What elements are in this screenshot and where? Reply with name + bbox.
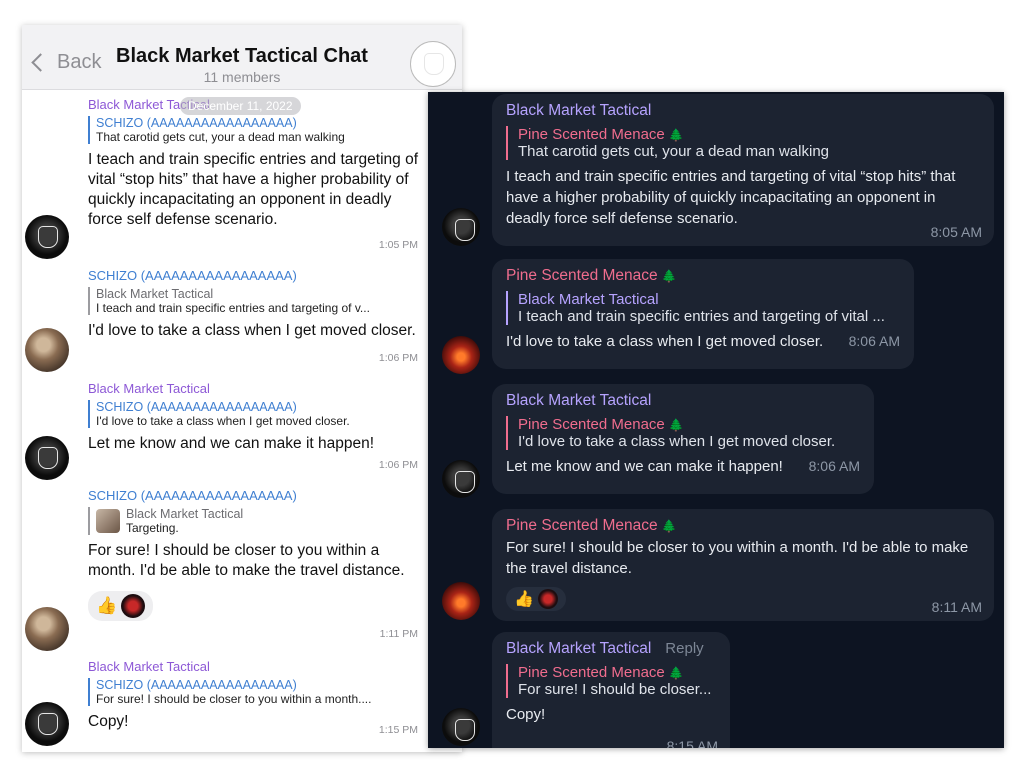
message-time: 8:11 AM bbox=[931, 599, 982, 615]
message-text: Let me know and we can make it happen! bbox=[88, 435, 375, 452]
quote-text: I'd love to take a class when I get move… bbox=[96, 414, 350, 428]
quote-text: For sure! I should be closer to you with… bbox=[96, 692, 372, 706]
message-bubble[interactable]: Black Market Tactical Pine Scented Menac… bbox=[492, 384, 874, 494]
avatar[interactable] bbox=[25, 702, 69, 746]
message-time: 8:05 AM bbox=[930, 224, 982, 240]
quote-text: For sure! I should be closer... bbox=[518, 681, 712, 698]
reply-quote[interactable]: Pine Scented Menace 🌲 I'd love to take a … bbox=[506, 416, 860, 450]
message-sender[interactable]: Black Market Tactical bbox=[506, 102, 980, 120]
message-time: 1:11 PM bbox=[379, 628, 418, 640]
quote-sender: Black Market Tactical bbox=[126, 507, 244, 521]
thumbs-up-icon[interactable]: 👍 bbox=[514, 589, 534, 609]
quote-sender: Pine Scented Menace 🌲 bbox=[518, 126, 684, 143]
reactions-bar[interactable]: 👍 bbox=[88, 591, 154, 621]
message-sender[interactable]: SCHIZO (AAAAAAAAAAAAAAAAA) bbox=[88, 268, 418, 283]
reply-button[interactable]: Reply bbox=[665, 640, 703, 657]
reply-quote[interactable]: SCHIZO (AAAAAAAAAAAAAAAAA) For sure! I s… bbox=[88, 678, 418, 706]
quote-thumbnail bbox=[96, 509, 120, 533]
message-bubble[interactable]: Black Market Tactical SCHIZO (AAAAAAAAAA… bbox=[88, 97, 419, 251]
quote-sender: SCHIZO (AAAAAAAAAAAAAAAAA) bbox=[96, 678, 297, 692]
reply-quote[interactable]: Pine Scented Menace 🌲 That carotid gets c… bbox=[506, 126, 980, 160]
reply-quote[interactable]: SCHIZO (AAAAAAAAAAAAAAAAA) I'd love to t… bbox=[88, 400, 418, 428]
quote-sender: Black Market Tactical bbox=[96, 287, 214, 301]
message-text: Copy! bbox=[506, 706, 546, 723]
message-sender[interactable]: SCHIZO (AAAAAAAAAAAAAAAAA) bbox=[88, 488, 418, 503]
message-sender[interactable]: Black Market Tactical bbox=[506, 392, 860, 410]
message-text: I'd love to take a class when I get move… bbox=[88, 322, 416, 339]
tree-icon: 🌲 bbox=[668, 128, 684, 142]
quote-text: I'd love to take a class when I get move… bbox=[518, 433, 836, 450]
avatar[interactable] bbox=[442, 336, 480, 374]
avatar[interactable] bbox=[25, 436, 69, 480]
avatar[interactable] bbox=[25, 328, 69, 372]
avatar[interactable] bbox=[442, 708, 480, 746]
date-separator: December 11, 2022 bbox=[180, 97, 301, 115]
message-time: 8:06 AM bbox=[808, 458, 860, 474]
quote-text: I teach and train specific entries and t… bbox=[96, 301, 370, 315]
light-chat-panel: Back Black Market Tactical Chat 11 membe… bbox=[22, 25, 462, 752]
quote-sender: SCHIZO (AAAAAAAAAAAAAAAAA) bbox=[96, 400, 297, 414]
group-avatar[interactable] bbox=[410, 41, 456, 87]
tree-icon: 🌲 bbox=[668, 666, 684, 680]
message-sender[interactable]: Pine Scented Menace 🌲 bbox=[506, 517, 980, 535]
quote-text: I teach and train specific entries and t… bbox=[518, 308, 885, 325]
message-bubble[interactable]: Black Market Tactical SCHIZO (AAAAAAAAAA… bbox=[88, 381, 418, 471]
quote-text: That carotid gets cut, your a dead man w… bbox=[96, 130, 345, 144]
message-text: Let me know and we can make it happen! bbox=[506, 458, 783, 475]
tree-icon: 🌲 bbox=[668, 418, 684, 432]
quote-sender: Pine Scented Menace 🌲 bbox=[518, 664, 684, 681]
reply-quote[interactable]: Pine Scented Menace 🌲 For sure! I should … bbox=[506, 664, 716, 698]
chat-title: Black Market Tactical Chat bbox=[116, 45, 368, 67]
message-text: I teach and train specific entries and t… bbox=[506, 168, 956, 227]
quote-text: Targeting. bbox=[126, 521, 179, 535]
avatar[interactable] bbox=[442, 208, 480, 246]
reply-quote[interactable]: Black Market Tactical Targeting. bbox=[88, 507, 418, 535]
tree-icon: 🌲 bbox=[661, 269, 677, 283]
message-bubble[interactable]: Black Market Tactical Reply Pine Scented … bbox=[492, 632, 730, 748]
dark-chat-panel: Black Market Tactical Pine Scented Menac… bbox=[428, 92, 1004, 748]
message-time: 1:06 PM bbox=[378, 352, 418, 364]
reactions-bar[interactable]: 👍 bbox=[506, 587, 566, 611]
reply-quote[interactable]: Black Market Tactical I teach and train … bbox=[88, 287, 418, 315]
message-text: For sure! I should be closer to you with… bbox=[88, 542, 405, 579]
message-bubble[interactable]: Black Market Tactical Pine Scented Menac… bbox=[492, 94, 994, 246]
message-time: 8:06 AM bbox=[848, 333, 900, 349]
message-text: Copy! bbox=[88, 713, 129, 730]
message-sender[interactable]: Black Market Tactical bbox=[88, 381, 418, 396]
message-text: I'd love to take a class when I get move… bbox=[506, 333, 824, 350]
avatar[interactable] bbox=[442, 582, 480, 620]
message-bubble[interactable]: SCHIZO (AAAAAAAAAAAAAAAAA) Black Market … bbox=[88, 488, 418, 640]
avatar[interactable] bbox=[442, 460, 480, 498]
message-text: I teach and train specific entries and t… bbox=[88, 151, 419, 228]
member-count: 11 members bbox=[203, 69, 281, 85]
quote-sender: SCHIZO (AAAAAAAAAAAAAAAAA) bbox=[96, 116, 297, 130]
message-time: 1:15 PM bbox=[378, 724, 418, 736]
message-sender[interactable]: Pine Scented Menace 🌲 bbox=[506, 267, 900, 285]
reactor-avatar bbox=[121, 594, 146, 618]
reply-quote[interactable]: Black Market Tactical I teach and train … bbox=[506, 291, 900, 325]
tree-icon: 🌲 bbox=[661, 519, 677, 533]
message-text: For sure! I should be closer to you with… bbox=[506, 539, 969, 577]
message-header: Black Market Tactical Reply bbox=[506, 640, 716, 658]
reply-quote[interactable]: SCHIZO (AAAAAAAAAAAAAAAAA) That carotid … bbox=[88, 116, 418, 144]
reactor-avatar bbox=[537, 589, 558, 609]
quote-text: That carotid gets cut, your a dead man w… bbox=[518, 143, 830, 160]
message-sender[interactable]: Black Market Tactical bbox=[88, 659, 418, 674]
message-bubble[interactable]: Pine Scented Menace 🌲 Black Market Tactic… bbox=[492, 259, 914, 369]
message-bubble[interactable]: Pine Scented Menace 🌲 For sure! I should … bbox=[492, 509, 994, 621]
message-time: 8:15 AM bbox=[666, 738, 718, 748]
message-bubble[interactable]: Black Market Tactical SCHIZO (AAAAAAAAAA… bbox=[88, 659, 418, 736]
chat-header: Back Black Market Tactical Chat 11 membe… bbox=[22, 25, 462, 90]
avatar[interactable] bbox=[25, 215, 69, 259]
message-sender[interactable]: Black Market Tactical bbox=[506, 640, 651, 657]
message-time: 1:05 PM bbox=[378, 239, 418, 251]
message-bubble[interactable]: SCHIZO (AAAAAAAAAAAAAAAAA) Black Market … bbox=[88, 268, 418, 364]
quote-sender: Black Market Tactical bbox=[518, 291, 659, 308]
message-time: 1:06 PM bbox=[378, 459, 418, 471]
avatar[interactable] bbox=[25, 607, 69, 651]
quote-sender: Pine Scented Menace 🌲 bbox=[518, 416, 684, 433]
thumbs-up-icon[interactable]: 👍 bbox=[96, 596, 117, 616]
